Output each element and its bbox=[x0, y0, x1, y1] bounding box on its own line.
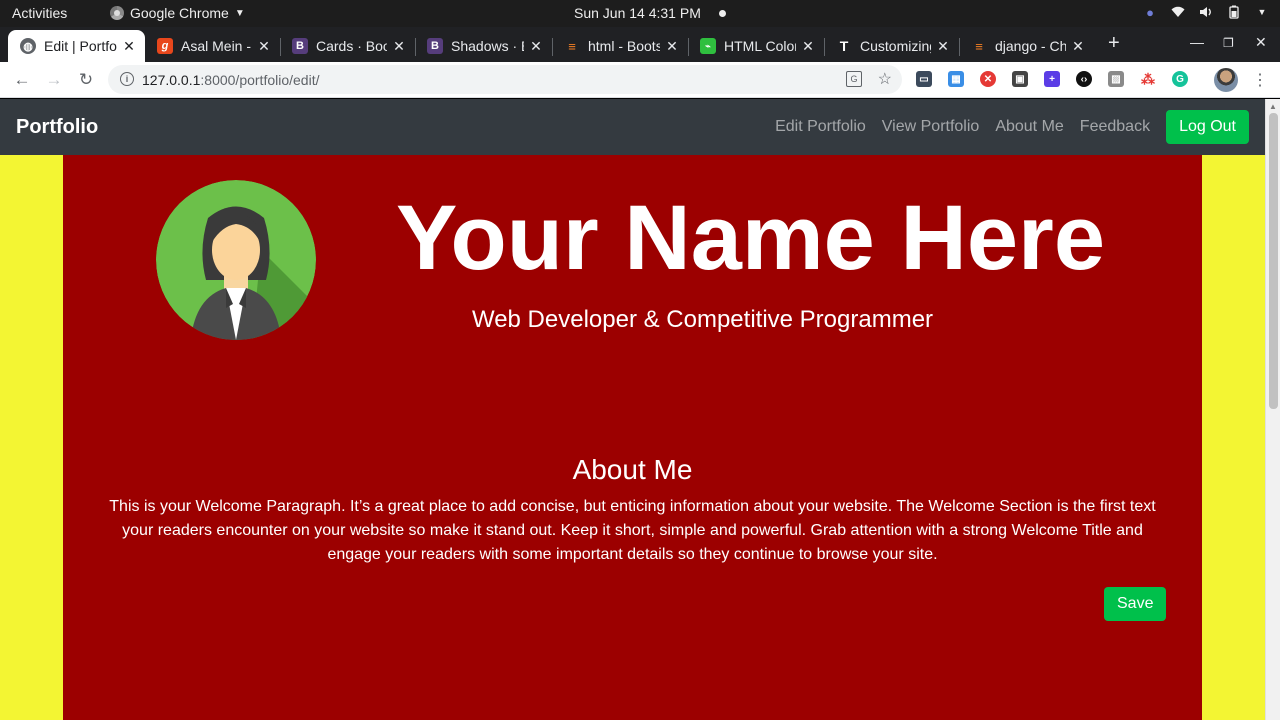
close-tab-icon[interactable]: ✕ bbox=[664, 38, 680, 54]
tab-shadows-bootstrap[interactable]: B Shadows · Bootstrap ✕ bbox=[415, 30, 552, 62]
profile-name-text: Your Name Here bbox=[395, 187, 1105, 289]
caret-down-icon: ▼ bbox=[234, 7, 245, 19]
app-menu[interactable]: Google Chrome ▼ bbox=[110, 5, 245, 21]
close-tab-icon[interactable]: ✕ bbox=[935, 38, 951, 54]
volume-icon bbox=[1198, 4, 1214, 20]
logout-button[interactable]: Log Out bbox=[1166, 110, 1249, 144]
close-tab-icon[interactable]: ✕ bbox=[391, 38, 407, 54]
extension-adblock-icon[interactable]: ✕ bbox=[980, 71, 996, 87]
wifi-icon bbox=[1170, 4, 1186, 20]
page-scrollbar[interactable]: ▲ bbox=[1265, 99, 1280, 720]
profile-name: Your Name Here bbox=[63, 188, 1202, 288]
bookmark-star-icon[interactable]: ☆ bbox=[878, 69, 892, 89]
app-name: Google Chrome bbox=[130, 5, 229, 21]
tab-title: Shadows · Bootstrap bbox=[451, 38, 524, 54]
tab-asal-mein[interactable]: g Asal Mein - ✕ bbox=[145, 30, 280, 62]
extension-cast-icon[interactable]: ▭ bbox=[916, 71, 932, 87]
close-tab-icon[interactable]: ✕ bbox=[528, 38, 544, 54]
close-window-icon[interactable]: ✕ bbox=[1255, 34, 1267, 51]
browser-menu-icon[interactable]: ⋮ bbox=[1252, 70, 1268, 90]
bootstrap-icon: B bbox=[427, 38, 443, 54]
extension-image-icon[interactable]: ▨ bbox=[1108, 71, 1124, 87]
scroll-up-arrow-icon[interactable]: ▲ bbox=[1269, 102, 1277, 111]
extension-screenshot-icon[interactable]: ▣ bbox=[1012, 71, 1028, 87]
g-favicon-icon: g bbox=[157, 38, 173, 54]
globe-icon: ◍ bbox=[20, 38, 36, 54]
tab-title: HTML Color Codes bbox=[724, 38, 796, 54]
nav-edit-portfolio[interactable]: Edit Portfolio bbox=[767, 118, 874, 136]
power-menu-icon[interactable]: ▼ bbox=[1254, 4, 1270, 20]
system-tray[interactable]: ● ▼ bbox=[1142, 4, 1270, 20]
extension-plus-icon[interactable]: + bbox=[1044, 71, 1060, 87]
site-navbar: Portfolio Edit Portfolio View Portfolio … bbox=[0, 99, 1265, 155]
teams-icon[interactable]: ● bbox=[1142, 4, 1158, 20]
restore-icon[interactable]: ❐ bbox=[1223, 36, 1234, 50]
notification-dot-icon bbox=[719, 10, 726, 17]
extension-grammarly-icon[interactable]: G bbox=[1172, 71, 1188, 87]
t-favicon-icon: T bbox=[839, 38, 849, 54]
tab-django[interactable]: ≡ django - Change ✕ bbox=[959, 30, 1094, 62]
extension-calendar-icon[interactable]: ▦ bbox=[948, 71, 964, 87]
new-tab-button[interactable]: + bbox=[1108, 33, 1120, 53]
tab-strip: ◍ Edit | Portfolio ✕ g Asal Mein - ✕ B C… bbox=[0, 27, 1280, 62]
battery-icon bbox=[1226, 4, 1242, 20]
tab-cards-bootstrap[interactable]: B Cards · Bootstrap ✕ bbox=[280, 30, 415, 62]
browser-toolbar: ← → ↻ i 127.0.0.1:8000/portfolio/edit/ G… bbox=[0, 62, 1280, 98]
scrollbar-thumb[interactable] bbox=[1269, 113, 1278, 409]
tab-customizing[interactable]: T Customizing ✕ bbox=[824, 30, 959, 62]
site-info-icon[interactable]: i bbox=[120, 72, 134, 86]
url-host: 127.0.0.1 bbox=[142, 72, 201, 88]
system-top-bar: Activities Google Chrome ▼ Sun Jun 14 4:… bbox=[0, 0, 1280, 27]
activities-button[interactable]: Activities bbox=[12, 5, 67, 21]
tab-title: Cards · Bootstrap bbox=[316, 38, 387, 54]
back-arrow-icon[interactable]: ← bbox=[10, 68, 34, 92]
tab-title: Edit | Portfolio bbox=[44, 38, 117, 54]
close-tab-icon[interactable]: ✕ bbox=[121, 38, 137, 54]
url-text[interactable]: 127.0.0.1:8000/portfolio/edit/ bbox=[142, 72, 319, 88]
tab-title: html - Bootstrap bbox=[588, 38, 660, 54]
chrome-icon bbox=[110, 6, 124, 20]
stackoverflow-icon: ≡ bbox=[568, 38, 576, 54]
minimize-icon[interactable]: ― bbox=[1190, 34, 1204, 50]
tab-title: django - Change bbox=[995, 38, 1066, 54]
bootstrap-icon: B bbox=[292, 38, 308, 54]
url-path: :8000/portfolio/edit/ bbox=[200, 72, 320, 88]
portfolio-content: Your Name Here Web Developer & Competiti… bbox=[63, 155, 1202, 720]
tab-html-color-codes[interactable]: ⌁ HTML Color Codes ✕ bbox=[688, 30, 824, 62]
tab-title: Customizing bbox=[860, 38, 931, 54]
profile-subtitle: Web Developer & Competitive Programmer bbox=[63, 305, 1202, 335]
nav-links: Edit Portfolio View Portfolio About Me F… bbox=[767, 99, 1265, 155]
address-bar[interactable]: i 127.0.0.1:8000/portfolio/edit/ G ☆ bbox=[108, 65, 902, 94]
save-button[interactable]: Save bbox=[1104, 587, 1167, 621]
tab-title: Asal Mein - bbox=[181, 38, 252, 54]
extension-code-icon[interactable]: ‹› bbox=[1076, 71, 1092, 87]
close-tab-icon[interactable]: ✕ bbox=[800, 38, 816, 54]
nav-view-portfolio[interactable]: View Portfolio bbox=[874, 118, 988, 136]
extension-asana-icon[interactable]: ⁂ bbox=[1140, 71, 1156, 87]
clock[interactable]: Sun Jun 14 4:31 PM bbox=[574, 5, 701, 21]
nav-about-me[interactable]: About Me bbox=[987, 118, 1071, 136]
close-tab-icon[interactable]: ✕ bbox=[1070, 38, 1086, 54]
stackoverflow-icon: ≡ bbox=[975, 38, 983, 54]
page-viewport: Portfolio Edit Portfolio View Portfolio … bbox=[0, 99, 1280, 720]
reload-icon[interactable]: ↻ bbox=[74, 68, 98, 92]
about-paragraph[interactable]: This is your Welcome Paragraph. It’s a g… bbox=[103, 495, 1162, 567]
close-tab-icon[interactable]: ✕ bbox=[256, 38, 272, 54]
profile-avatar[interactable] bbox=[1214, 68, 1238, 92]
about-heading: About Me bbox=[572, 454, 693, 485]
forward-arrow-icon[interactable]: → bbox=[42, 68, 66, 92]
chart-icon: ⌁ bbox=[700, 38, 716, 54]
site-brand[interactable]: Portfolio bbox=[16, 116, 98, 139]
translate-icon[interactable]: G bbox=[846, 71, 862, 87]
tab-edit-portfolio[interactable]: ◍ Edit | Portfolio ✕ bbox=[8, 30, 145, 62]
profile-subtitle-text: Web Developer & Competitive Programmer bbox=[471, 306, 934, 333]
nav-feedback[interactable]: Feedback bbox=[1072, 118, 1158, 136]
tab-html-bootstrap[interactable]: ≡ html - Bootstrap ✕ bbox=[552, 30, 688, 62]
